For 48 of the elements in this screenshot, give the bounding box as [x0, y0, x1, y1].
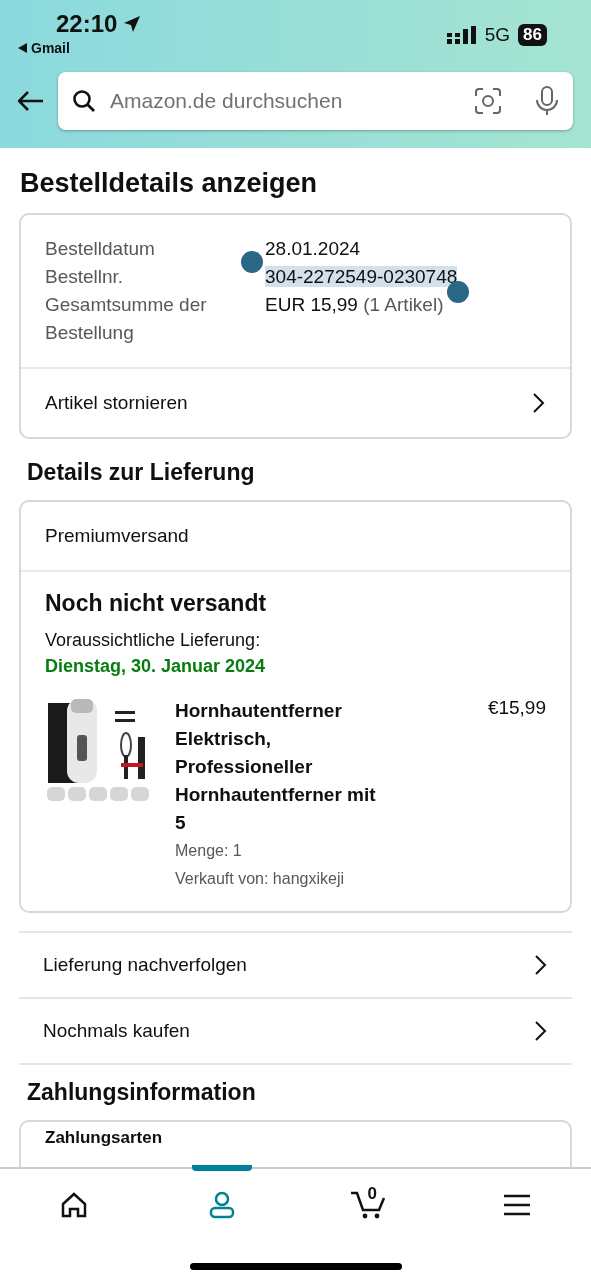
summary-label: Bestellnr. [45, 265, 124, 289]
chevron-icon [532, 392, 546, 414]
chevron-icon [534, 1020, 548, 1042]
cart-tab[interactable]: 0 [295, 1169, 444, 1241]
item-count: (1 Artikel) [363, 294, 444, 315]
summary-value: EUR 15,99 [265, 294, 358, 315]
chevron-icon [534, 954, 548, 976]
link-row[interactable]: Nochmals kaufen [19, 999, 572, 1065]
quantity-text: Menge: 1 [175, 841, 243, 861]
row-label: Artikel stornieren [45, 392, 188, 414]
battery-level: 86 [518, 24, 547, 46]
signal-icon [446, 26, 477, 44]
search-icon [72, 89, 96, 113]
cart-count: 0 [367, 1184, 377, 1204]
product-price: €15,99 [487, 697, 546, 720]
camera-scan-icon[interactable] [475, 88, 501, 114]
home-icon [59, 1192, 88, 1218]
row-label: Nochmals kaufen [43, 1020, 190, 1042]
row-label: Lieferung nachverfolgen [43, 954, 247, 976]
back-arrow-icon[interactable] [18, 91, 44, 111]
search-field[interactable]: Amazon.de durchsuchen [58, 72, 573, 130]
delivery-date: Dienstag, 30. Januar 2024 [45, 655, 267, 678]
active-tab-indicator [191, 1165, 252, 1171]
link-row[interactable]: Lieferung nachverfolgen [19, 933, 572, 999]
summary-label: Bestelldatum [45, 237, 155, 261]
microphone-icon[interactable] [535, 86, 559, 116]
left-triangle-icon [18, 43, 27, 53]
delivery-label: Voraussichtliche Lieferung: [45, 629, 262, 652]
selection-handle[interactable] [241, 251, 263, 273]
cancel-items-row[interactable]: Artikel stornieren [21, 367, 570, 437]
summary-label: Gesamtsumme der Bestellung [45, 293, 208, 345]
product-title[interactable]: Hornhautentferner Elektrisch, Professioneller Hornhautentferner mit 5 [175, 697, 391, 837]
card-heading: Zahlungsarten [45, 1128, 163, 1147]
selection-handle[interactable] [447, 281, 470, 303]
section-title: Details zur Lieferung [27, 459, 256, 486]
menu-icon [503, 1194, 532, 1216]
back-to-app-link[interactable]: Gmail [18, 40, 142, 56]
selected-text: 304-2272549-0230748 [265, 266, 458, 287]
summary-value: 28.01.2024 [265, 238, 361, 259]
seller-text: Verkauft von: hangxikeji [175, 869, 345, 889]
clock-time: 22:10 [56, 10, 142, 38]
page-title: Bestelldetails anzeigen [20, 168, 319, 199]
section-title: Zahlungsinformation [27, 1079, 257, 1106]
location-arrow-icon [123, 15, 142, 33]
shipping-method: Premiumversand [21, 502, 570, 572]
network-label: 5G [484, 24, 511, 46]
person-icon [208, 1191, 235, 1219]
shipment-status: Noch nicht versandt [45, 590, 268, 617]
